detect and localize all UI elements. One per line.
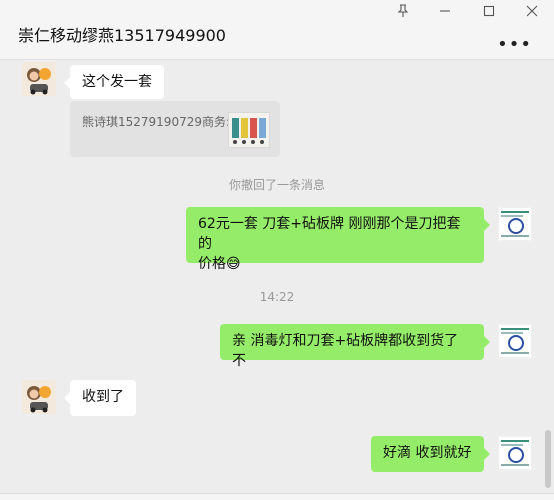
input-area-edge — [0, 493, 554, 500]
scrollbar[interactable] — [545, 430, 551, 488]
avatar[interactable] — [498, 207, 532, 241]
message-text-line: 62元一套 刀套+砧板牌 刚刚那个是刀把套的 — [198, 216, 461, 252]
avatar[interactable] — [498, 436, 532, 470]
message-bubble[interactable]: 好滴 收到就好 — [371, 436, 490, 472]
recall-notice: 你撤回了一条消息 — [228, 178, 325, 192]
message-bubble[interactable]: 62元一套 刀套+砧板牌 刚刚那个是刀把套的 价格😅 — [186, 207, 490, 272]
quoted-message[interactable]: 熊诗琪15279190729商务: — [70, 101, 280, 157]
pin-icon[interactable] — [392, 2, 414, 20]
message-bubble[interactable]: 亲 消毒灯和刀套+砧板牌都收到货了不 — [220, 324, 490, 369]
avatar[interactable] — [498, 324, 532, 358]
chat-title: 崇仁移动缪燕13517949900 — [18, 26, 226, 45]
quoted-image-thumbnail[interactable] — [228, 112, 270, 148]
minimize-icon[interactable] — [434, 2, 456, 20]
more-options-button[interactable]: ••• — [497, 34, 532, 55]
message-bubble[interactable]: 这个发一套 — [64, 65, 164, 99]
avatar[interactable] — [22, 62, 56, 96]
message-list[interactable]: 这个发一套 熊诗琪15279190729商务: 你撤回了一条消息 62元一套 刀… — [0, 60, 554, 500]
message-text-line: 价格😅 — [198, 256, 241, 272]
close-icon[interactable] — [521, 2, 543, 20]
sweat-smile-emoji: 😅 — [226, 256, 241, 272]
title-bar: 崇仁移动缪燕13517949900 ••• — [0, 0, 554, 60]
timestamp: 14:22 — [259, 290, 295, 304]
avatar[interactable] — [22, 380, 56, 414]
maximize-icon[interactable] — [478, 2, 500, 20]
quoted-sender: 熊诗琪15279190729商务: — [82, 115, 231, 129]
message-bubble[interactable]: 收到了 — [64, 380, 136, 416]
